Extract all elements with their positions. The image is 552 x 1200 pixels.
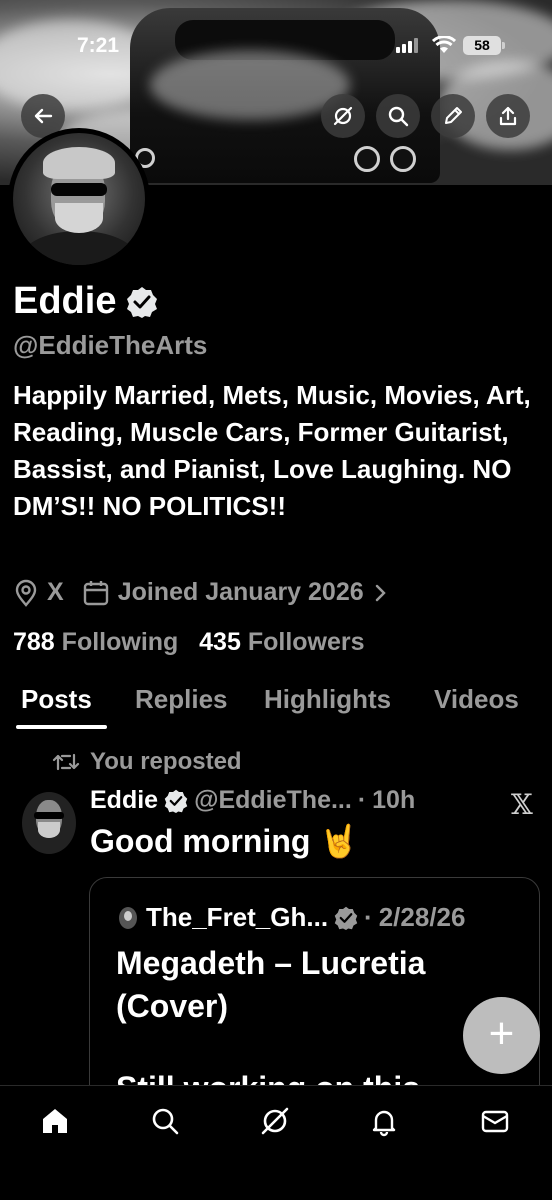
location-pin-icon xyxy=(15,579,37,607)
following-link[interactable]: 788 Following xyxy=(13,628,178,656)
repost-icon xyxy=(52,753,80,771)
tab-highlights[interactable]: Highlights xyxy=(264,684,391,715)
share-button[interactable] xyxy=(486,94,530,138)
quoted-post-header: The_Fret_Gh... · 2/28/26 xyxy=(116,902,465,933)
quoted-title: Megadeth – Lucretia (Cover) xyxy=(116,945,426,1024)
x-logo-icon[interactable]: 𝕏 xyxy=(511,788,533,821)
status-bar: 7:21 58 xyxy=(0,0,552,95)
quoted-date: 2/28/26 xyxy=(378,902,466,932)
verified-badge-icon xyxy=(164,789,188,813)
edit-button[interactable] xyxy=(431,94,475,138)
compose-post-button[interactable]: + xyxy=(463,997,540,1074)
cellular-signal-icon xyxy=(396,38,418,53)
home-icon xyxy=(43,1109,67,1133)
search-icon xyxy=(152,1108,179,1135)
active-tab-indicator xyxy=(16,725,107,729)
tab-replies[interactable]: Replies xyxy=(135,684,228,715)
follow-stats: 788 Following 435 Followers xyxy=(13,628,365,657)
search-button[interactable] xyxy=(376,94,420,138)
post-header: Eddie @EddieThe... · 10h xyxy=(90,786,416,815)
tab-posts[interactable]: Posts xyxy=(21,684,92,715)
profile-bio: Happily Married, Mets, Music, Movies, Ar… xyxy=(13,380,531,521)
quote-author-avatar xyxy=(119,906,137,929)
calendar-icon xyxy=(83,580,108,605)
wifi-icon xyxy=(432,36,456,53)
grok-icon xyxy=(333,106,353,126)
nav-search[interactable] xyxy=(148,1104,182,1138)
grok-button[interactable] xyxy=(321,94,365,138)
profile-name-row: Eddie xyxy=(13,280,158,323)
nav-notifications[interactable] xyxy=(367,1104,401,1138)
nav-grok[interactable] xyxy=(258,1104,292,1138)
profile-location: X xyxy=(47,578,64,606)
profile-meta: X Joined January 2026 xyxy=(13,578,388,607)
mail-icon xyxy=(481,1110,509,1133)
post-author-name[interactable]: Eddie xyxy=(90,786,158,815)
repost-indicator: You reposted xyxy=(52,748,242,776)
post-time: 10h xyxy=(372,786,416,814)
profile-joined: Joined January 2026 xyxy=(117,578,364,606)
nav-home[interactable] xyxy=(38,1104,72,1138)
profile-handle: @EddieTheArts xyxy=(13,330,208,360)
pencil-icon xyxy=(445,107,462,124)
share-icon xyxy=(499,106,517,126)
nav-messages[interactable] xyxy=(478,1104,512,1138)
grok-icon xyxy=(261,1107,289,1135)
arrow-left-icon xyxy=(34,108,53,124)
post-avatar[interactable] xyxy=(22,792,76,854)
avatar[interactable] xyxy=(13,133,145,265)
status-time: 7:21 xyxy=(77,34,120,57)
chevron-right-icon[interactable] xyxy=(372,583,388,603)
verified-badge-icon xyxy=(334,906,358,930)
profile-tabs: Posts Replies Highlights Videos xyxy=(0,680,552,730)
tab-videos[interactable]: Videos xyxy=(434,684,519,715)
verified-badge-icon[interactable] xyxy=(126,286,158,318)
bell-icon xyxy=(372,1110,396,1137)
battery-icon: 58 xyxy=(463,36,501,55)
post-text: Good morning 🤘 xyxy=(90,823,360,859)
quoted-author-name: The_Fret_Gh... xyxy=(146,902,329,932)
profile-name: Eddie xyxy=(13,280,117,322)
post-author-handle[interactable]: @EddieThe... xyxy=(194,786,352,815)
followers-link[interactable]: 435 Followers xyxy=(199,628,364,656)
bottom-nav xyxy=(0,1085,552,1200)
search-icon xyxy=(388,106,409,127)
